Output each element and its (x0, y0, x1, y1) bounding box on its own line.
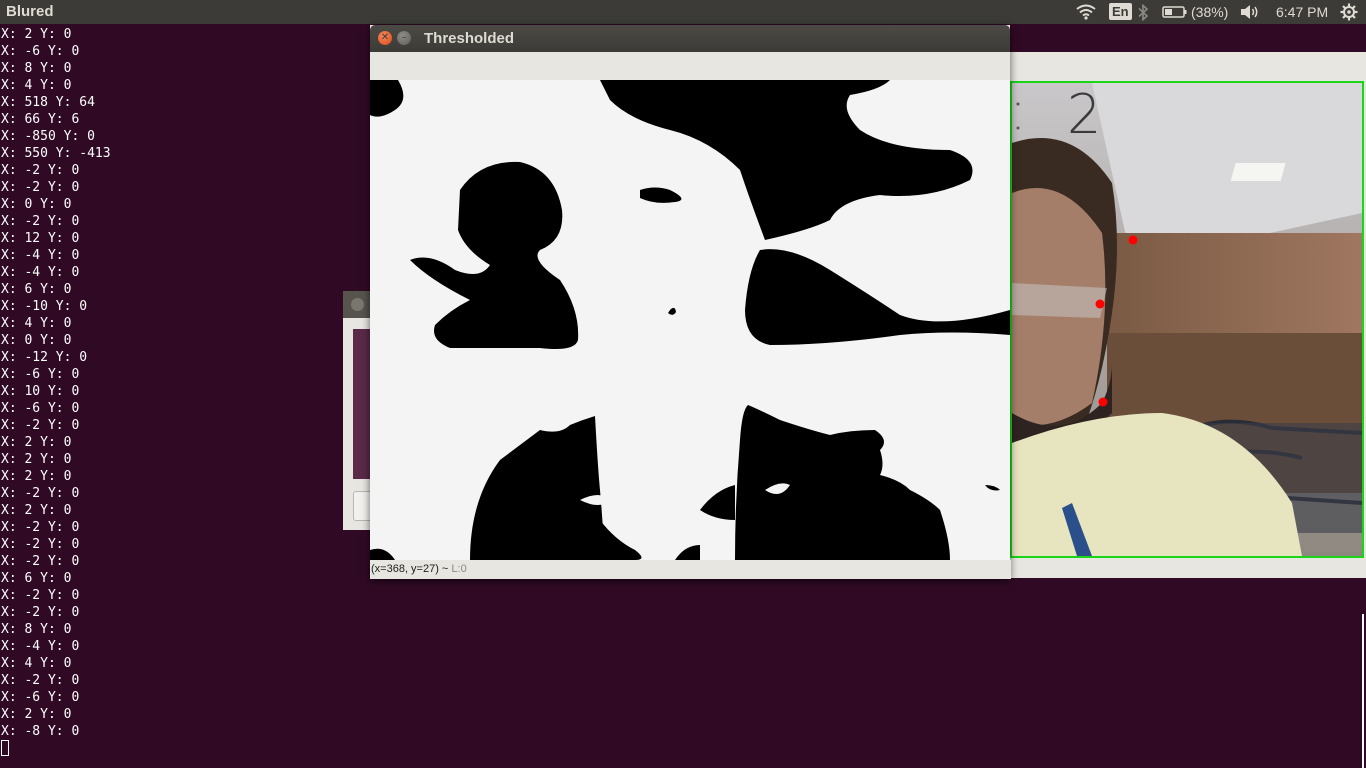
threshold-mask (370, 80, 1010, 560)
terminal-line: X: -4 Y: 0 (1, 639, 80, 654)
terminal-line: X: 2 Y: 0 (1, 469, 72, 484)
terminal-line: X: -6 Y: 0 (1, 367, 80, 382)
thresholded-image[interactable] (370, 80, 1010, 560)
terminal-line: X: -6 Y: 0 (1, 44, 80, 59)
terminal-line: X: -4 Y: 0 (1, 265, 80, 280)
terminal-line: X: -2 Y: 0 (1, 180, 80, 195)
terminal-line: X: 2 Y: 0 (1, 503, 72, 518)
terminal-line: X: 2 Y: 0 (1, 435, 72, 450)
thresholded-window[interactable]: ✕ – Thresholded (x=368, y=27) ~ L:0 (370, 25, 1011, 579)
cursor-coordinates: (x=368, y=27) ~ (371, 563, 449, 575)
minimize-button[interactable]: – (397, 31, 411, 45)
terminal-line: X: 4 Y: 0 (1, 316, 72, 331)
pixel-value: L:0 (451, 563, 467, 575)
terminal-line: X: -2 Y: 0 (1, 214, 80, 229)
terminal-line: X: -2 Y: 0 (1, 588, 80, 603)
terminal-line: X: -12 Y: 0 (1, 350, 88, 365)
battery-indicator[interactable]: (38%) (1162, 3, 1228, 21)
overlay-number: 2 (1067, 83, 1101, 146)
clock[interactable]: 6:47 PM (1276, 3, 1328, 21)
tracking-dot (1095, 299, 1105, 309)
tracking-dot (1128, 235, 1138, 245)
bluetooth-icon[interactable] (1137, 3, 1149, 21)
window-title: Thresholded (424, 30, 515, 47)
keyboard-language-indicator[interactable]: En (1109, 3, 1132, 20)
terminal-line: X: -2 Y: 0 (1, 673, 80, 688)
thresholded-toolbar (370, 52, 1010, 81)
terminal-output: X: 2 Y: 0 X: -6 Y: 0 X: 8 Y: 0 X: 4 Y: 0 X: … (1, 26, 111, 740)
tracking-point (1016, 126, 1020, 130)
battery-icon (1162, 6, 1187, 18)
blured-window[interactable]: 2 (1008, 52, 1366, 578)
terminal-line: X: 4 Y: 0 (1, 656, 72, 671)
terminal-line: X: 8 Y: 0 (1, 61, 72, 76)
blured-toolbar (1008, 52, 1366, 80)
terminal-line: X: -2 Y: 0 (1, 163, 80, 178)
terminal-line: X: -10 Y: 0 (1, 299, 88, 314)
tracking-dot (1098, 397, 1108, 407)
terminal-line: X: -8 Y: 0 (1, 724, 80, 739)
camera-feed: 2 (1010, 81, 1364, 558)
terminal-line: X: 4 Y: 0 (1, 78, 72, 93)
minimize-icon: – (401, 32, 407, 43)
terminal-line: X: 66 Y: 6 (1, 112, 80, 127)
terminal-line: X: 0 Y: 0 (1, 333, 72, 348)
terminal-line: X: 6 Y: 0 (1, 282, 72, 297)
close-button[interactable]: ✕ (378, 31, 392, 45)
terminal-line: X: -2 Y: 0 (1, 537, 80, 552)
close-icon: ✕ (380, 32, 390, 43)
background-dialog-titlebar (343, 291, 373, 318)
terminal-cursor (1, 740, 9, 756)
terminal-line: X: 2 Y: 0 (1, 707, 72, 722)
active-app-title: Blured (6, 3, 54, 20)
terminal-line: X: -2 Y: 0 (1, 418, 80, 433)
blured-statusbar (1008, 559, 1366, 578)
background-dialog[interactable] (343, 291, 377, 530)
battery-percentage: (38%) (1191, 4, 1229, 20)
terminal-line: X: 550 Y: -413 (1, 146, 111, 161)
terminal-line: X: 2 Y: 0 (1, 27, 72, 42)
tracking-point (1016, 102, 1020, 106)
terminal-scrollbar[interactable] (1362, 614, 1364, 768)
terminal-line: X: 0 Y: 0 (1, 197, 72, 212)
terminal-line: X: -2 Y: 0 (1, 486, 80, 501)
terminal-line: X: -850 Y: 0 (1, 129, 95, 144)
terminal-line: X: -4 Y: 0 (1, 248, 80, 263)
volume-icon[interactable] (1239, 3, 1261, 21)
terminal-line: X: 12 Y: 0 (1, 231, 80, 246)
terminal-line: X: -2 Y: 0 (1, 605, 80, 620)
top-panel: Blured En (38%) 6:47 PM (0, 0, 1366, 24)
terminal-line: X: -6 Y: 0 (1, 401, 80, 416)
terminal-line: X: 8 Y: 0 (1, 622, 72, 637)
gear-icon[interactable] (1340, 3, 1358, 21)
terminal-line: X: 2 Y: 0 (1, 452, 72, 467)
terminal-line: X: -2 Y: 0 (1, 554, 80, 569)
camera-image: 2 (1012, 83, 1362, 556)
close-icon[interactable] (351, 298, 364, 311)
background-dialog-preview (353, 329, 371, 479)
terminal-line: X: -6 Y: 0 (1, 690, 80, 705)
terminal-line: X: 10 Y: 0 (1, 384, 80, 399)
terminal-line: X: 6 Y: 0 (1, 571, 72, 586)
wifi-icon[interactable] (1076, 3, 1096, 21)
terminal-line: X: 518 Y: 64 (1, 95, 95, 110)
thresholded-titlebar[interactable]: ✕ – Thresholded (370, 25, 1010, 52)
thresholded-statusbar: (x=368, y=27) ~ L:0 (370, 560, 1011, 579)
terminal-line: X: -2 Y: 0 (1, 520, 80, 535)
